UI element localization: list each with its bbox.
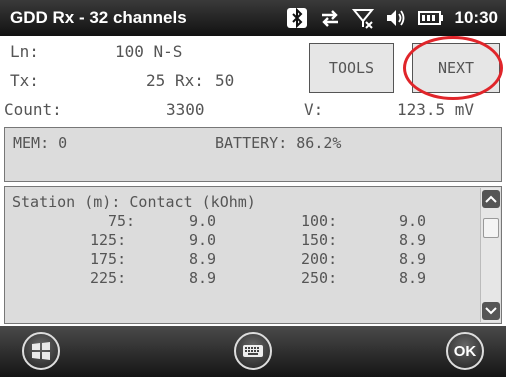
next-button[interactable]: NEXT bbox=[412, 43, 500, 93]
contact: 9.0 bbox=[189, 212, 217, 230]
memory-readout: MEM: 0 bbox=[13, 134, 68, 152]
station: 200: bbox=[301, 250, 338, 268]
status-icons: 10:30 bbox=[286, 6, 498, 30]
station: 100: bbox=[301, 212, 338, 230]
station: 250: bbox=[301, 269, 338, 287]
sync-arrows-icon[interactable] bbox=[319, 7, 341, 29]
station: 175: bbox=[90, 250, 127, 268]
scrollbar-thumb[interactable] bbox=[483, 218, 499, 238]
no-signal-icon[interactable] bbox=[351, 7, 374, 29]
contact: 9.0 bbox=[399, 212, 427, 230]
vertical-scrollbar[interactable] bbox=[480, 188, 500, 322]
rx-value: 50 bbox=[215, 71, 235, 90]
voltage-label: V: bbox=[304, 100, 324, 119]
start-button[interactable] bbox=[22, 332, 60, 370]
station: 225: bbox=[90, 269, 127, 287]
keyboard-icon bbox=[243, 345, 263, 357]
title-bar: GDD Rx - 32 channels 10:30 bbox=[0, 0, 506, 36]
contact: 8.9 bbox=[399, 231, 427, 249]
contact: 9.0 bbox=[189, 231, 217, 249]
contact-list[interactable]: Station (m): Contact (kOhm) 75: 9.0 100:… bbox=[4, 186, 502, 324]
tx-label: Tx: bbox=[10, 71, 39, 90]
list-item[interactable]: 175: 8.9 200: 8.9 bbox=[5, 250, 475, 268]
tx-value: 25 bbox=[146, 71, 166, 90]
volume-icon[interactable] bbox=[385, 7, 407, 29]
app-title: GDD Rx - 32 channels bbox=[10, 8, 187, 27]
status-panel: MEM: 0 BATTERY: 86.2% bbox=[4, 127, 502, 182]
count-label: Count: bbox=[4, 100, 62, 119]
station: 150: bbox=[301, 231, 338, 249]
contact: 8.9 bbox=[399, 250, 427, 268]
clock[interactable]: 10:30 bbox=[455, 8, 498, 28]
bluetooth-icon[interactable] bbox=[286, 7, 308, 29]
battery-icon[interactable] bbox=[417, 7, 444, 29]
list-item[interactable]: 225: 8.9 250: 8.9 bbox=[5, 269, 475, 287]
voltage-value: 123.5 mV bbox=[397, 100, 475, 119]
count-value: 3300 bbox=[166, 100, 205, 119]
contact: 8.9 bbox=[189, 250, 217, 268]
list-header-text: Station (m): Contact (kOhm) bbox=[12, 193, 256, 211]
keyboard-button[interactable] bbox=[234, 332, 272, 370]
line-label: Ln: bbox=[10, 42, 39, 61]
list-item[interactable]: 125: 9.0 150: 8.9 bbox=[5, 231, 475, 249]
rx-label: Rx: bbox=[175, 71, 204, 90]
tools-button[interactable]: TOOLS bbox=[309, 43, 394, 93]
battery-readout: BATTERY: 86.2% bbox=[215, 134, 342, 152]
contact: 8.9 bbox=[399, 269, 427, 287]
scroll-down-icon[interactable] bbox=[482, 302, 500, 320]
ok-button[interactable]: OK bbox=[446, 332, 484, 370]
list-header: Station (m): Contact (kOhm) bbox=[5, 193, 475, 211]
station: 125: bbox=[90, 231, 127, 249]
scroll-up-icon[interactable] bbox=[482, 190, 500, 208]
station: 75: bbox=[108, 212, 136, 230]
windows-logo-icon bbox=[32, 342, 50, 360]
list-item[interactable]: 75: 9.0 100: 9.0 bbox=[5, 212, 475, 230]
line-value: 100 N-S bbox=[115, 42, 183, 61]
contact: 8.9 bbox=[189, 269, 217, 287]
bottom-bar: OK bbox=[0, 326, 506, 377]
